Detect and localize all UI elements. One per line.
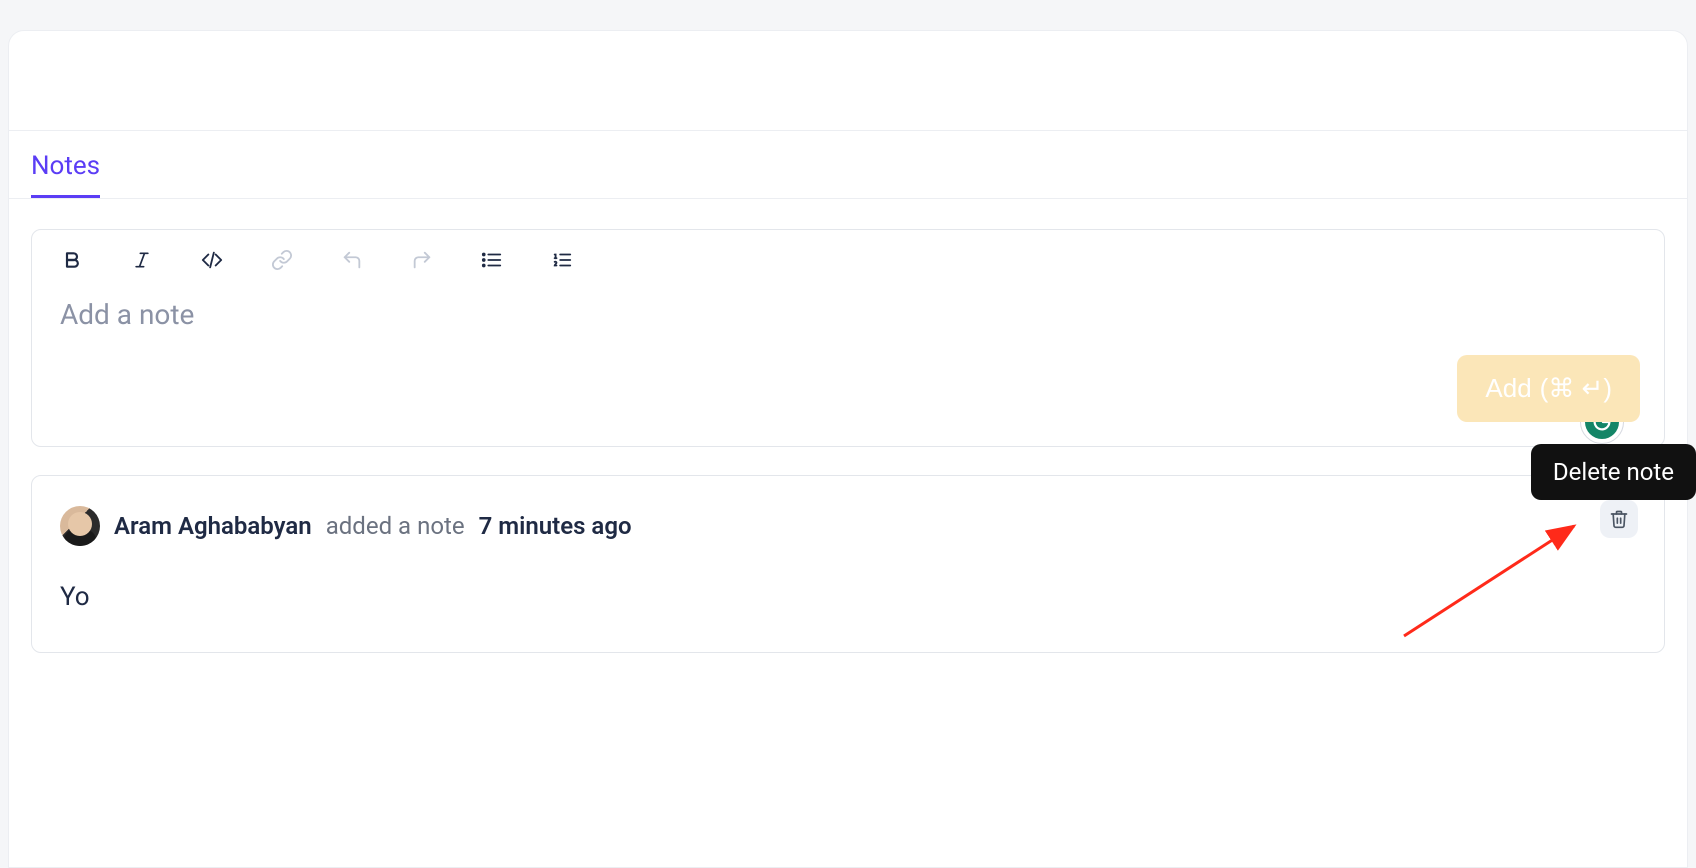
page-root: Notes <box>0 0 1696 868</box>
add-button-shortcut: (⌘ ↵) <box>1540 373 1612 404</box>
code-icon[interactable] <box>200 248 224 272</box>
add-button-label: Add <box>1485 373 1531 404</box>
editor-toolbar <box>32 230 1664 286</box>
link-icon[interactable] <box>270 248 294 272</box>
delete-tooltip: Delete note <box>1531 444 1696 500</box>
numbered-list-icon[interactable] <box>550 248 574 272</box>
note-body: Yo <box>60 582 1636 612</box>
note-timestamp: 7 minutes ago <box>479 512 632 540</box>
tab-notes[interactable]: Notes <box>31 151 100 198</box>
trash-icon <box>1609 509 1629 529</box>
add-note-button[interactable]: Add (⌘ ↵) <box>1457 355 1640 422</box>
note-author: Aram Aghababyan <box>114 512 312 540</box>
note-editor-card: Add a note Add (⌘ ↵) <box>31 229 1665 447</box>
content-area: Add a note Add (⌘ ↵) Aram Aghababyan add… <box>9 199 1687 653</box>
italic-icon[interactable] <box>130 248 154 272</box>
note-meta: Aram Aghababyan added a note 7 minutes a… <box>60 506 1636 546</box>
note-card: Aram Aghababyan added a note 7 minutes a… <box>31 475 1665 653</box>
header-spacer <box>9 31 1687 131</box>
note-editor-body[interactable]: Add a note <box>32 286 1664 446</box>
redo-icon[interactable] <box>410 248 434 272</box>
note-action-text: added a note <box>326 512 465 540</box>
delete-button-wrap: Delete note <box>1600 500 1638 538</box>
editor-placeholder: Add a note <box>60 298 1636 331</box>
bold-icon[interactable] <box>60 248 84 272</box>
undo-icon[interactable] <box>340 248 364 272</box>
avatar <box>60 506 100 546</box>
delete-note-button[interactable] <box>1600 500 1638 538</box>
top-gap <box>0 0 1696 30</box>
tabs-row: Notes <box>9 131 1687 199</box>
bullet-list-icon[interactable] <box>480 248 504 272</box>
main-panel: Notes <box>8 30 1688 868</box>
